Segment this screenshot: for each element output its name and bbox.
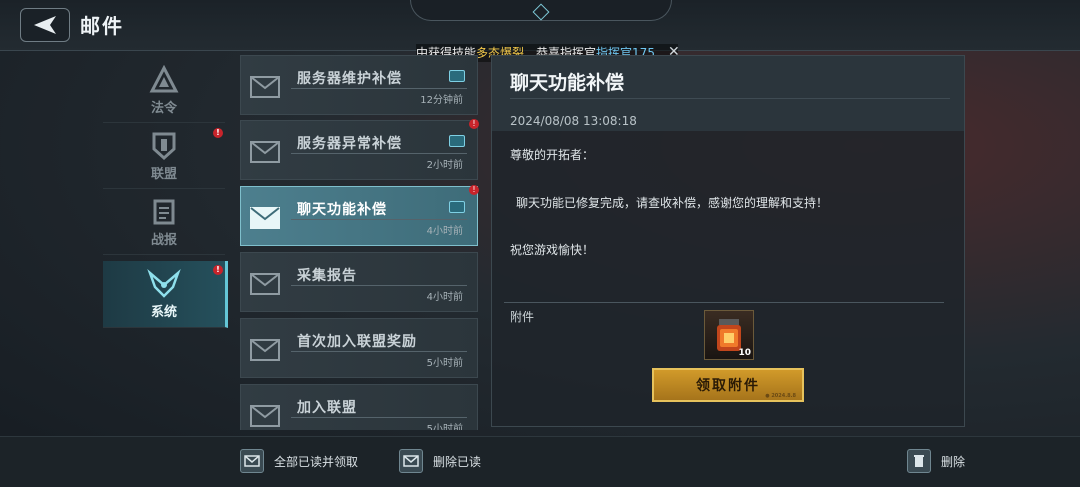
gift-icon <box>449 70 465 82</box>
list-item-selected[interactable]: ! 聊天功能补偿 4小时前 <box>240 185 479 246</box>
back-arrow-icon <box>34 16 56 34</box>
divider <box>504 302 944 303</box>
claim-attachment-button[interactable]: 领取附件 ● 2024.8.8 <box>652 368 804 402</box>
mail-time: 5小时前 <box>426 358 463 369</box>
nav-label: 联盟 <box>150 166 177 182</box>
mail-title: 聊天功能补偿 <box>297 202 387 218</box>
detail-date: 2024/08/08 13:08:18 <box>510 114 637 128</box>
system-wings-icon <box>147 268 181 298</box>
envelope-icon <box>250 76 280 98</box>
list-item[interactable]: 加入联盟 5小时前 <box>240 384 478 430</box>
mail-title: 采集报告 <box>297 268 357 284</box>
divider <box>291 88 467 89</box>
divider <box>291 285 467 286</box>
divider <box>510 98 950 99</box>
category-nav: 法令 ! 联盟 战报 ! 系统 <box>103 58 228 430</box>
mail-list[interactable]: 服务器维护补偿 12分钟前 ! 服务器异常补偿 2小时前 ! 聊天功能补偿 4小… <box>240 55 480 430</box>
top-ornament <box>410 0 672 21</box>
notification-badge: ! <box>469 185 479 195</box>
divider <box>291 417 467 418</box>
nav-item-battle-report[interactable]: 战报 <box>103 190 225 255</box>
list-item[interactable]: 服务器维护补偿 12分钟前 <box>240 55 478 115</box>
mail-title: 服务器维护补偿 <box>297 71 402 87</box>
notification-badge: ! <box>213 265 223 275</box>
decree-icon <box>149 64 179 92</box>
detail-title: 聊天功能补偿 <box>510 72 625 94</box>
mail-delete-icon <box>399 449 423 473</box>
mail-detail-panel: 聊天功能补偿 2024/08/08 13:08:18 尊敬的开拓者： 聊天功能已… <box>491 55 965 427</box>
delete-button[interactable]: 删除 <box>907 449 965 473</box>
envelope-icon <box>250 141 280 163</box>
claim-button-tag: ● 2024.8.8 <box>765 393 796 399</box>
nav-item-decree[interactable]: 法令 <box>103 58 225 123</box>
divider <box>291 219 467 220</box>
mail-title: 加入联盟 <box>297 400 357 416</box>
mail-time: 4小时前 <box>426 292 463 303</box>
attachment-item[interactable]: 10 <box>704 310 754 360</box>
list-item[interactable]: 首次加入联盟奖励 5小时前 <box>240 318 478 378</box>
list-item[interactable]: 采集报告 4小时前 <box>240 252 478 312</box>
envelope-icon <box>250 207 280 229</box>
nav-label: 系统 <box>150 304 177 320</box>
notification-badge: ! <box>469 119 479 129</box>
mail-time: 5小时前 <box>426 424 463 430</box>
nav-item-alliance[interactable]: ! 联盟 <box>103 124 225 189</box>
list-item[interactable]: ! 服务器异常补偿 2小时前 <box>240 119 479 180</box>
divider <box>291 153 467 154</box>
divider <box>291 351 467 352</box>
detail-greeting: 尊敬的开拓者： <box>510 148 595 162</box>
claim-label: 领取附件 <box>696 378 760 394</box>
attachment-label: 附件 <box>510 310 535 324</box>
gem-icon <box>532 3 550 21</box>
nav-label: 战报 <box>150 232 177 248</box>
nav-item-system[interactable]: ! 系统 <box>103 261 228 328</box>
delete-read-label: 删除已读 <box>433 454 482 469</box>
envelope-icon <box>250 339 280 361</box>
envelope-icon <box>250 273 280 295</box>
gift-icon <box>449 135 465 147</box>
alliance-shield-icon <box>152 132 176 160</box>
detail-body: 聊天功能已修复完成，请查收补偿，感谢您的理解和支持！ <box>516 196 829 210</box>
read-all-label: 全部已读并领取 <box>274 454 359 469</box>
mail-check-icon <box>240 449 264 473</box>
mail-title: 首次加入联盟奖励 <box>297 334 417 350</box>
mail-time: 2小时前 <box>426 160 463 171</box>
report-icon <box>153 199 175 224</box>
page-title: 邮件 <box>80 14 124 38</box>
mail-title: 服务器异常补偿 <box>297 136 402 152</box>
bottom-bar: 全部已读并领取 删除已读 删除 <box>0 436 1080 487</box>
detail-header: 聊天功能补偿 2024/08/08 13:08:18 <box>492 56 964 131</box>
read-all-claim-button[interactable]: 全部已读并领取 <box>240 449 358 473</box>
delete-read-button[interactable]: 删除已读 <box>399 449 481 473</box>
delete-label: 删除 <box>941 454 966 469</box>
envelope-icon <box>250 405 280 427</box>
nav-label: 法令 <box>150 100 177 116</box>
back-button[interactable] <box>20 8 70 42</box>
attachment-count: 10 <box>738 348 751 358</box>
notification-badge: ! <box>213 128 223 138</box>
detail-closing: 祝您游戏愉快！ <box>510 243 595 257</box>
mail-time: 4小时前 <box>426 226 463 237</box>
gift-icon <box>449 201 465 213</box>
mail-time: 12分钟前 <box>420 95 463 106</box>
trash-icon <box>907 449 931 473</box>
